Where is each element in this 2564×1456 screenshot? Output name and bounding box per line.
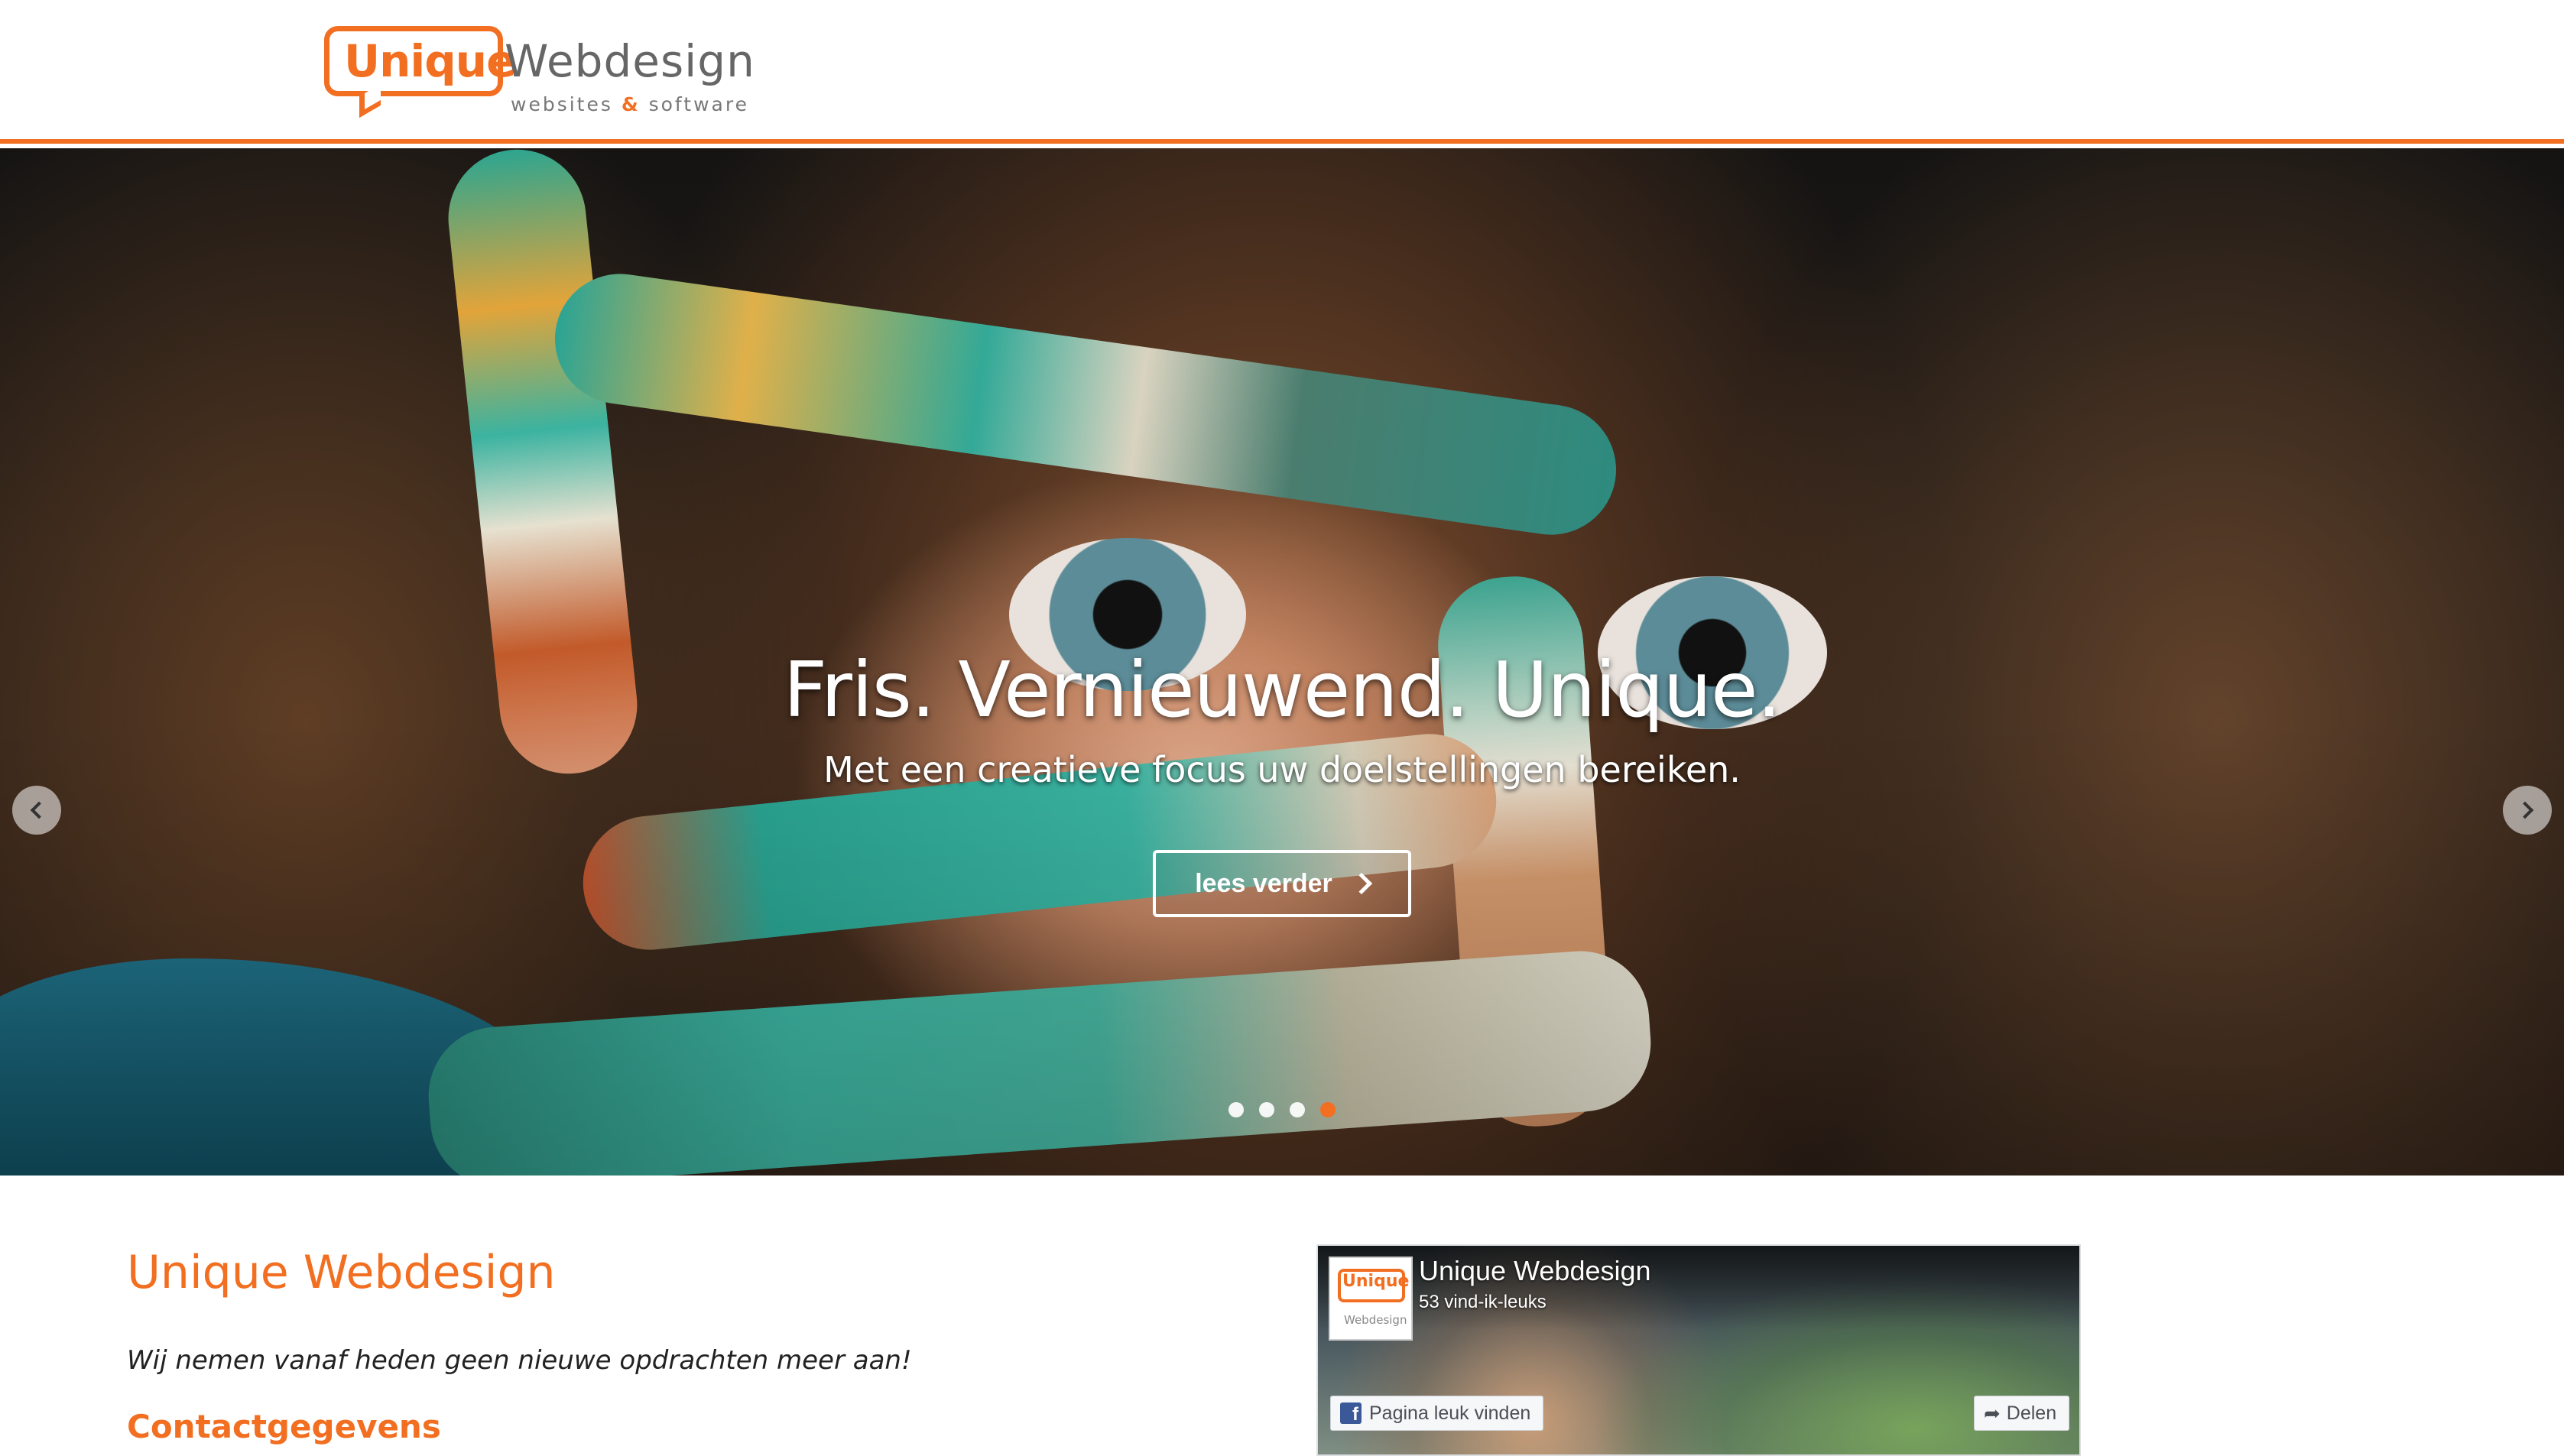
fb-share-button[interactable]: ➦ Delen: [1974, 1396, 2070, 1431]
tagline-ampersand: &: [621, 93, 641, 115]
facebook-icon: f: [1340, 1402, 1362, 1424]
lees-verder-label: lees verder: [1195, 868, 1332, 898]
fb-like-page-button[interactable]: f Pagina leuk vinden: [1330, 1396, 1544, 1431]
site-header: Unique Webdesign websites & software: [0, 0, 2564, 144]
hero-subtitle: Met een creatieve focus uw doelstellinge…: [823, 749, 1741, 790]
logo-unique-text: Unique: [344, 35, 516, 87]
share-arrow-icon: ➦: [1984, 1401, 2001, 1425]
carousel-dot-4[interactable]: [1320, 1102, 1336, 1117]
facebook-page-widget[interactable]: Unique Webdesign Unique Webdesign 53 vin…: [1316, 1244, 2081, 1456]
chevron-right-icon: [2516, 801, 2534, 819]
carousel-prev-button[interactable]: [12, 786, 61, 835]
logo-webdesign-text: Webdesign: [505, 35, 755, 87]
chevron-right-icon: [1350, 872, 1372, 895]
carousel-dot-1[interactable]: [1228, 1102, 1244, 1117]
fb-share-label: Delen: [2006, 1402, 2057, 1424]
fb-like-page-label: Pagina leuk vinden: [1369, 1402, 1531, 1424]
fb-page-name-link[interactable]: Unique Webdesign: [1419, 1255, 1651, 1287]
carousel-dot-2[interactable]: [1259, 1102, 1274, 1117]
logo-tagline: websites & software: [511, 93, 749, 115]
tagline-software: software: [648, 93, 749, 115]
tagline-websites: websites: [511, 93, 613, 115]
fb-avatar-unique: Unique: [1342, 1272, 1410, 1291]
fb-page-avatar[interactable]: Unique Webdesign: [1329, 1257, 1413, 1341]
chevron-left-icon: [30, 801, 48, 819]
fb-like-count: 53 vind-ik-leuks: [1419, 1292, 1547, 1312]
fb-avatar-webdesign: Webdesign: [1344, 1313, 1407, 1327]
contact-heading: Contactgegevens: [127, 1408, 441, 1445]
page-title: Unique Webdesign: [127, 1246, 556, 1299]
carousel-next-button[interactable]: [2503, 786, 2552, 835]
carousel-indicators: [0, 1102, 2564, 1117]
hero-title: Fris. Vernieuwend. Unique.: [783, 645, 1782, 734]
site-logo[interactable]: Unique Webdesign websites & software: [324, 26, 755, 118]
lees-verder-button[interactable]: lees verder: [1153, 850, 1411, 917]
carousel-dot-3[interactable]: [1290, 1102, 1305, 1117]
notice-text: Wij nemen vanaf heden geen nieuwe opdrac…: [127, 1345, 912, 1376]
